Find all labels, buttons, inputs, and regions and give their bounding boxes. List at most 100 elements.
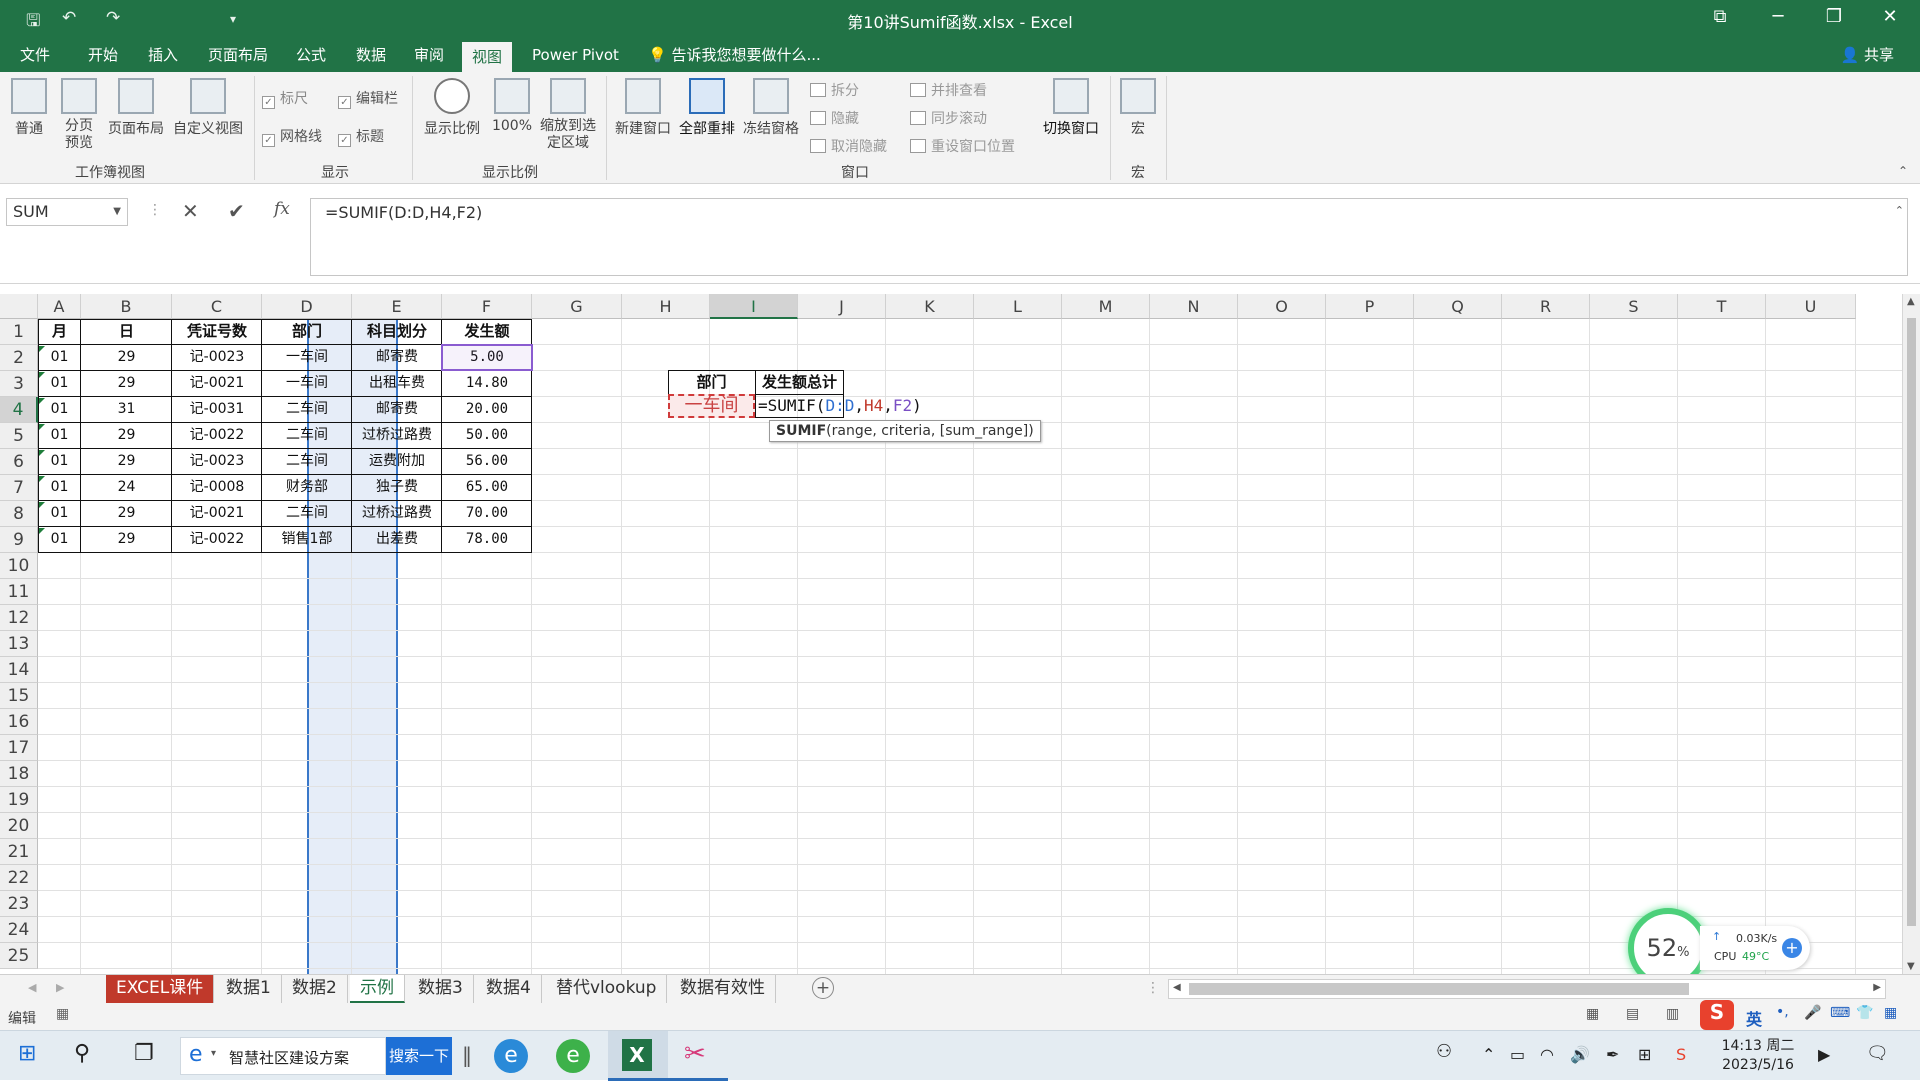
row-header-2[interactable]: 2 [0, 345, 38, 371]
enter-icon[interactable]: ✔ [228, 199, 245, 223]
sheet-tab-data3[interactable]: 数据3 [408, 975, 474, 1003]
row-header-3[interactable]: 3 [0, 371, 38, 397]
sheet-tab-data-validation[interactable]: 数据有效性 [670, 975, 776, 1003]
row-header-24[interactable]: 24 [0, 917, 38, 943]
row-header-17[interactable]: 17 [0, 735, 38, 761]
scroll-left-icon[interactable]: ◀ [1173, 982, 1181, 993]
view-side-by-side-button[interactable]: 并排查看 [910, 80, 987, 100]
keyboard-icon[interactable]: ⌨ [1830, 1005, 1850, 1021]
clock[interactable]: 14:13 周二 2023/5/16 [1708, 1037, 1808, 1075]
error-indicator-icon[interactable] [39, 424, 45, 430]
row-header-21[interactable]: 21 [0, 839, 38, 865]
table-cell[interactable]: 记-0022 [172, 423, 262, 448]
column-header-n[interactable]: N [1150, 294, 1238, 319]
table-cell[interactable]: 29 [81, 423, 172, 448]
tab-page-layout[interactable]: 页面布局 [198, 38, 278, 72]
tab-view[interactable]: 视图 [462, 42, 513, 72]
taskbar-snipping[interactable]: ✂ [668, 1031, 728, 1081]
insert-function-icon[interactable]: fx [274, 199, 290, 219]
unhide-button[interactable]: 取消隐藏 [810, 136, 887, 156]
row-header-13[interactable]: 13 [0, 631, 38, 657]
table-cell[interactable]: 29 [81, 527, 172, 552]
microphone-icon[interactable]: 🎤 [1804, 1005, 1821, 1021]
battery-icon[interactable]: ▭ [1510, 1045, 1525, 1064]
table-header-cell[interactable]: 科目划分 [352, 319, 442, 344]
table-cell[interactable]: 一车间 [262, 371, 352, 396]
sync-scroll-button[interactable]: 同步滚动 [910, 108, 987, 128]
splitter-handle-icon[interactable]: ⋮ [1146, 980, 1160, 996]
column-header-c[interactable]: C [172, 294, 262, 319]
column-header-j[interactable]: J [798, 294, 886, 319]
column-header-l[interactable]: L [974, 294, 1062, 319]
table-cell[interactable]: 记-0021 [172, 371, 262, 396]
chevron-down-icon[interactable]: ▼ [113, 199, 121, 225]
chevron-up-icon[interactable]: ⌃ [1482, 1045, 1495, 1064]
table-cell[interactable]: 独子费 [352, 475, 442, 500]
cancel-icon[interactable]: ✕ [182, 199, 199, 223]
row-header-16[interactable]: 16 [0, 709, 38, 735]
worksheet-grid[interactable]: ABCDEFGHIJKLMNOPQRSTU 1 2 3 4 5 6 7 8 9 10 11 12 13 1… [0, 294, 1920, 974]
table-cell[interactable]: 二车间 [262, 501, 352, 526]
ime-switch-icon[interactable]: ⊞ [1638, 1045, 1651, 1064]
gridlines-checkbox[interactable]: ✓ 网格线 [262, 126, 322, 147]
collapse-ribbon-icon[interactable]: ⌃ [1898, 164, 1908, 178]
toolbox-icon[interactable]: ▦ [1884, 1005, 1897, 1021]
column-header-q[interactable]: Q [1414, 294, 1502, 319]
chevron-down-icon[interactable]: ▾ [211, 1048, 216, 1059]
tell-me-search[interactable]: 💡 告诉我您想要做什么... [648, 38, 821, 72]
row-header-9[interactable]: 9 [0, 527, 38, 553]
row-header-14[interactable]: 14 [0, 657, 38, 683]
sheet-tab-data2[interactable]: 数据2 [282, 975, 348, 1003]
sheet-tab-example[interactable]: 示例 [350, 975, 405, 1003]
memory-usage-gauge[interactable]: 52% [1628, 908, 1708, 974]
table-cell[interactable]: 78.00 [442, 527, 532, 552]
row-header-11[interactable]: 11 [0, 579, 38, 605]
table-cell[interactable]: 65.00 [442, 475, 532, 500]
column-header-f[interactable]: F [442, 294, 532, 319]
row-header-4[interactable]: 4 [0, 397, 38, 423]
column-header-i[interactable]: I [710, 294, 798, 319]
table-header-cell[interactable]: 日 [81, 319, 172, 344]
share-button[interactable]: 👤 共享 [1833, 42, 1902, 68]
formula-bar-checkbox[interactable]: ✓ 编辑栏 [338, 88, 398, 109]
table-cell[interactable]: 过桥过路费 [352, 423, 442, 448]
sheet-tab-excel-course[interactable]: EXCEL课件 [106, 975, 215, 1003]
volume-icon[interactable]: 🔊 [1570, 1045, 1590, 1064]
column-header-t[interactable]: T [1678, 294, 1766, 319]
minimize-button[interactable]: ─ [1758, 6, 1798, 27]
table-cell[interactable]: 29 [81, 501, 172, 526]
tooltip-fn[interactable]: SUMIF [776, 423, 826, 439]
table-cell[interactable]: 50.00 [442, 423, 532, 448]
sheet-tab-data1[interactable]: 数据1 [216, 975, 282, 1003]
table-cell[interactable]: 销售1部 [262, 527, 352, 552]
table-cell[interactable]: 29 [81, 449, 172, 474]
next-sheet-icon[interactable]: ▶ [56, 981, 64, 994]
search-icon[interactable]: ⚲ [74, 1041, 90, 1066]
error-indicator-icon[interactable] [39, 502, 45, 508]
table-cell[interactable]: 二车间 [262, 397, 352, 422]
normal-view-icon[interactable]: ▦ [1586, 1006, 1599, 1022]
people-icon[interactable]: ⚇ [1436, 1041, 1452, 1062]
freeze-panes-button[interactable]: 冻结窗格 [740, 78, 802, 138]
table-header-cell[interactable]: 凭证号数 [172, 319, 262, 344]
table-cell[interactable]: 邮寄费 [352, 345, 442, 370]
table-cell[interactable]: 记-0023 [172, 345, 262, 370]
row-header-10[interactable]: 10 [0, 553, 38, 579]
row-header-1[interactable]: 1 [0, 319, 38, 345]
error-indicator-icon[interactable] [39, 372, 45, 378]
table-cell[interactable]: 出租车费 [352, 371, 442, 396]
vertical-scrollbar[interactable]: ▲ ▼ [1902, 294, 1920, 974]
table-cell[interactable]: 70.00 [442, 501, 532, 526]
table-cell[interactable]: 20.00 [442, 397, 532, 422]
error-indicator-icon[interactable] [39, 346, 45, 352]
name-box[interactable]: SUM ▼ [6, 198, 128, 226]
column-header-b[interactable]: B [81, 294, 172, 319]
prev-sheet-icon[interactable]: ◀ [28, 981, 36, 994]
task-view-icon[interactable]: ❐ [134, 1041, 154, 1066]
add-icon[interactable]: + [1782, 938, 1802, 958]
table-cell[interactable]: 14.80 [442, 371, 532, 396]
macro-record-icon[interactable]: ▦ [56, 1006, 69, 1022]
normal-view-button[interactable]: 普通 [8, 78, 50, 138]
editing-cell-i4[interactable]: =SUMIF(D:D,H4,F2) [756, 394, 946, 418]
error-indicator-icon[interactable] [39, 450, 45, 456]
